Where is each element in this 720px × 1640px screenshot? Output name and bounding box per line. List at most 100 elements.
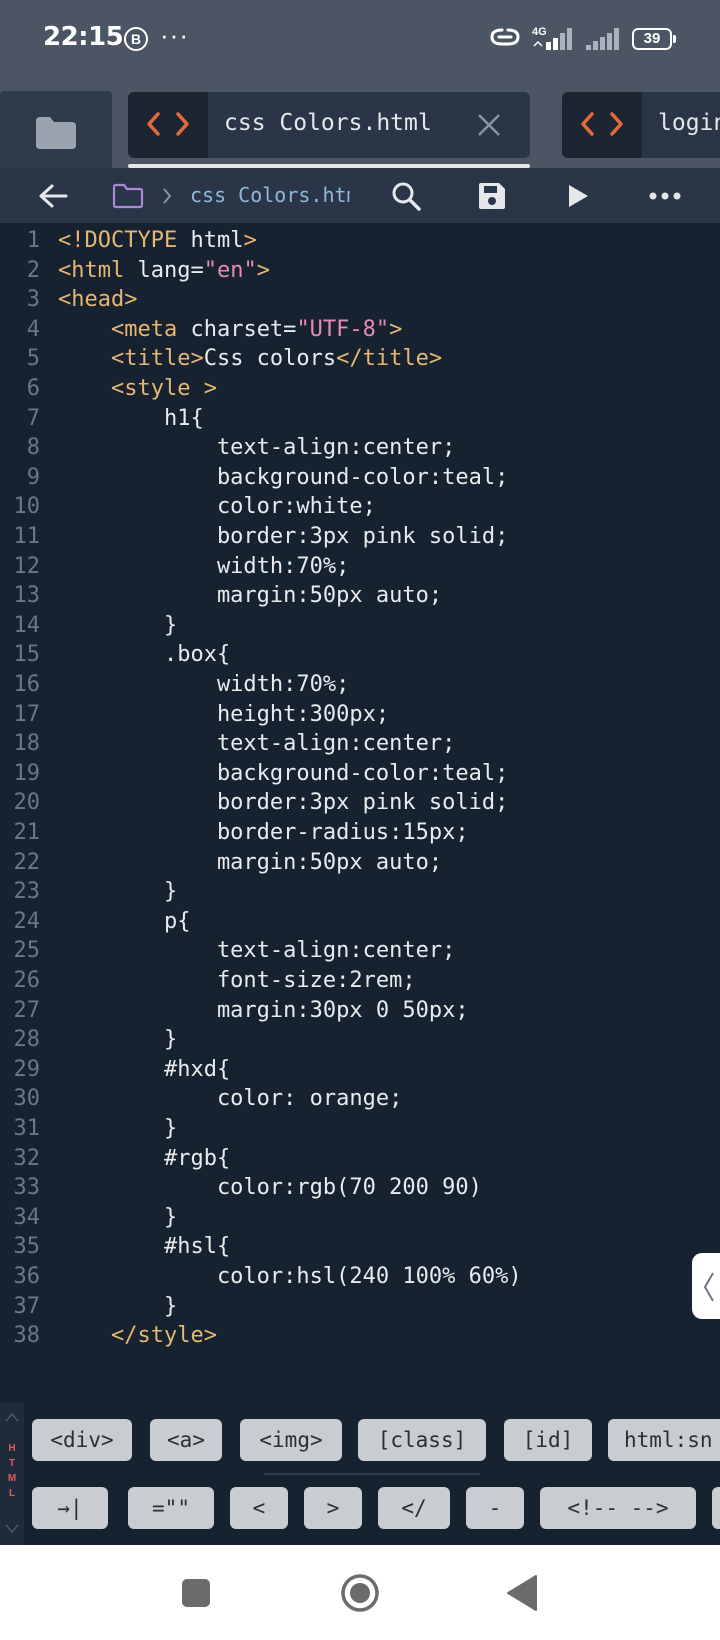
snippet-more[interactable] — [712, 1487, 720, 1529]
code-text: p{ — [58, 906, 191, 937]
run-button[interactable] — [556, 168, 600, 223]
code-line[interactable]: 4 <meta charset="UTF-8"> — [0, 314, 720, 345]
snippet-attribute-quotes[interactable]: ="" — [128, 1487, 214, 1529]
code-line[interactable]: 24 p{ — [0, 906, 720, 937]
snippet-img[interactable]: <img> — [240, 1419, 342, 1461]
code-text: <head> — [58, 284, 137, 315]
code-text: <!DOCTYPE html> — [58, 225, 257, 256]
code-text: color:rgb(70 200 90) — [58, 1172, 482, 1203]
code-line[interactable]: 26 font-size:2rem; — [0, 965, 720, 996]
search-button[interactable] — [384, 168, 428, 223]
snippet-close-tag[interactable]: </ — [378, 1487, 450, 1529]
code-text: text-align:center; — [58, 432, 455, 463]
code-token: } — [58, 1116, 178, 1141]
code-token: <head> — [58, 287, 138, 313]
code-line[interactable]: 14 } — [0, 610, 720, 641]
more-horizontal-icon — [649, 192, 681, 199]
code-line[interactable]: 33 color:rgb(70 200 90) — [0, 1172, 720, 1203]
snippet-a[interactable]: <a> — [150, 1419, 222, 1461]
code-line[interactable]: 22 margin:50px auto; — [0, 847, 720, 878]
b-badge-icon: B — [124, 27, 148, 51]
code-line[interactable]: 13 margin:50px auto; — [0, 580, 720, 611]
snippet-id[interactable]: [id] — [504, 1419, 592, 1461]
code-token: .box{ — [58, 642, 231, 668]
code-line[interactable]: 3 <head> — [0, 284, 720, 315]
code-line[interactable]: 1 <!DOCTYPE html> — [0, 225, 720, 256]
code-line[interactable]: 16 width:70%; — [0, 669, 720, 700]
code-line[interactable]: 28 } — [0, 1024, 720, 1055]
code-token: Css colors — [203, 346, 337, 372]
code-text: color: orange; — [58, 1083, 402, 1114]
code-line[interactable]: 31 } — [0, 1113, 720, 1144]
code-line[interactable]: 38 </style> — [0, 1320, 720, 1351]
line-number: 21 — [13, 820, 41, 845]
recent-apps-button[interactable] — [180, 1577, 212, 1609]
save-button[interactable] — [470, 168, 514, 223]
code-line[interactable]: 18 text-align:center; — [0, 728, 720, 759]
code-line[interactable]: 12 width:70%; — [0, 551, 720, 582]
code-line[interactable]: 21 border-radius:15px; — [0, 817, 720, 848]
breadcrumb-folder[interactable] — [110, 168, 146, 223]
code-text: } — [58, 1291, 177, 1322]
line-number: 26 — [13, 968, 41, 993]
code-line[interactable]: 17 height:300px; — [0, 699, 720, 730]
code-editor[interactable]: 1 <!DOCTYPE html> 2 <html lang="en"> 3 <head>… — [0, 223, 720, 1403]
breadcrumb-file[interactable]: css Colors.html — [190, 183, 350, 207]
search-icon — [392, 182, 421, 211]
back-button[interactable] — [28, 168, 78, 223]
snippet-html-snippet[interactable]: html:sn — [608, 1419, 720, 1461]
code-token: color:white; — [58, 494, 376, 520]
code-line[interactable]: 35 #hsl{ — [0, 1231, 720, 1262]
snippet-language-toggle[interactable]: HTML — [0, 1403, 24, 1545]
code-line[interactable]: 5 <title>Css colors</title> — [0, 343, 720, 374]
code-token: margin:50px auto; — [58, 583, 443, 609]
code-line[interactable]: 36 color:hsl(240 100% 60%) — [0, 1261, 720, 1292]
code-line[interactable]: 32 #rgb{ — [0, 1143, 720, 1174]
code-line[interactable]: 2 <html lang="en"> — [0, 255, 720, 286]
line-number: 35 — [13, 1234, 41, 1260]
code-line[interactable]: 30 color: orange; — [0, 1083, 720, 1114]
code-line[interactable]: 7 h1{ — [0, 403, 720, 434]
code-text: color:hsl(240 100% 60%) — [58, 1261, 522, 1292]
more-button[interactable] — [640, 168, 690, 223]
home-button[interactable] — [340, 1573, 380, 1613]
close-icon[interactable] — [476, 112, 502, 138]
code-line[interactable]: 23 } — [0, 876, 720, 907]
snippet-dash[interactable]: - — [466, 1487, 524, 1529]
code-line[interactable]: 27 margin:30px 0 50px; — [0, 995, 720, 1026]
back-nav-button[interactable] — [506, 1574, 538, 1612]
snippet-greater-than[interactable]: > — [304, 1487, 362, 1529]
code-text: <html lang="en"> — [58, 255, 270, 286]
code-line[interactable]: 25 text-align:center; — [0, 935, 720, 966]
line-number: 7 — [26, 405, 40, 431]
line-number: 9 — [26, 464, 40, 490]
code-line[interactable]: 10 color:white; — [0, 491, 720, 522]
code-line[interactable]: 9 background-color:teal; — [0, 462, 720, 493]
line-number: 11 — [13, 524, 41, 549]
code-line[interactable]: 8 text-align:center; — [0, 432, 720, 463]
code-line[interactable]: 6 <style > — [0, 373, 720, 404]
code-line[interactable]: 11 border:3px pink solid; — [0, 521, 720, 552]
snippet-class[interactable]: [class] — [358, 1419, 486, 1461]
code-line[interactable]: 20 border:3px pink solid; — [0, 787, 720, 818]
snippet-comment[interactable]: <!-- --> — [540, 1487, 696, 1529]
file-explorer-button[interactable] — [0, 91, 112, 168]
line-number: 17 — [13, 701, 41, 727]
code-text: margin:50px auto; — [58, 580, 442, 611]
code-line[interactable]: 29 #hxd{ — [0, 1054, 720, 1085]
tab-login[interactable]: login — [562, 92, 720, 158]
snippet-less-than[interactable]: < — [230, 1487, 288, 1529]
snippet-tab[interactable]: →| — [32, 1487, 108, 1529]
tab-label: css Colors.html — [224, 110, 432, 136]
code-line[interactable]: 37 } — [0, 1291, 720, 1322]
snippet-div[interactable]: <div> — [32, 1419, 132, 1461]
code-line[interactable]: 34 } — [0, 1202, 720, 1233]
code-line[interactable]: 19 background-color:teal; — [0, 758, 720, 789]
line-number: 4 — [26, 316, 40, 342]
side-panel-handle[interactable] — [692, 1253, 720, 1319]
code-line[interactable]: 15 .box{ — [0, 639, 720, 670]
tab-css-colors[interactable]: css Colors.html — [128, 92, 530, 158]
